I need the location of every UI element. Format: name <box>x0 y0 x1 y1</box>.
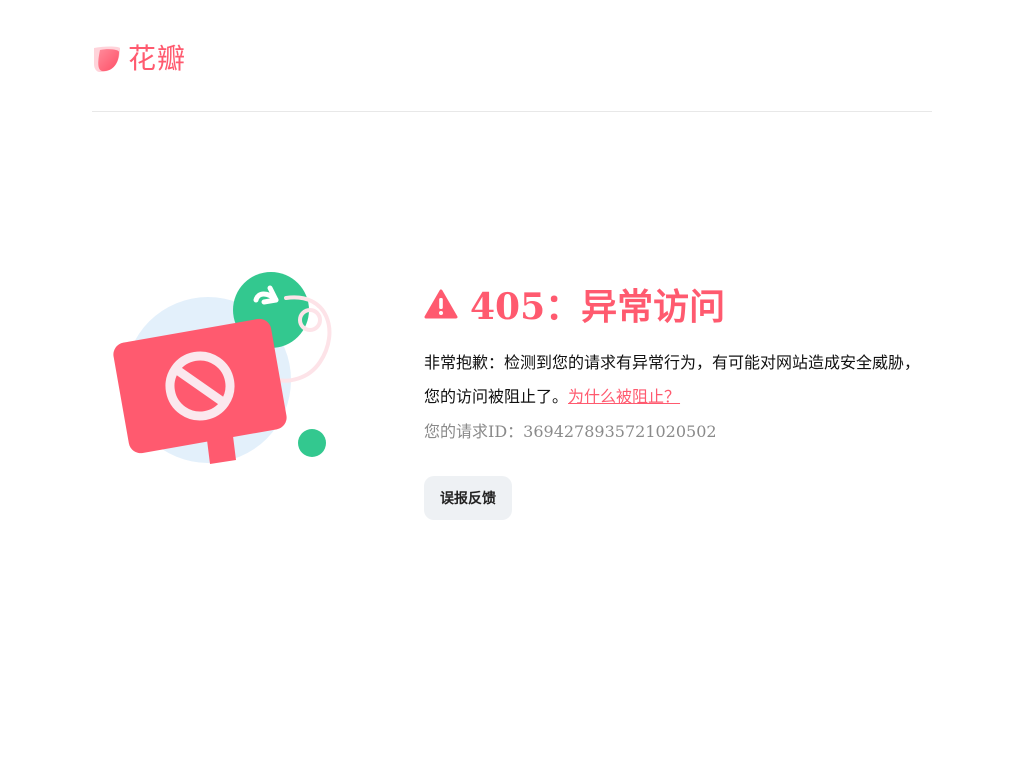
request-id-value: 3694278935721020502 <box>523 422 717 441</box>
blocked-sign-illustration <box>113 272 332 464</box>
header: 花瓣 <box>92 40 932 112</box>
petal-logo-icon <box>94 46 120 72</box>
false-positive-feedback-button[interactable]: 误报反馈 <box>424 476 512 520</box>
logo-text: 花瓣 <box>128 42 187 75</box>
warning-triangle-icon <box>424 289 458 319</box>
why-blocked-link[interactable]: 为什么被阻止？ <box>568 387 680 406</box>
request-id-line: 您的请求ID：3694278935721020502 <box>424 414 924 450</box>
error-title: 405：异常访问 <box>424 280 924 328</box>
error-code-title: 405：异常访问 <box>470 286 726 328</box>
error-page: 花瓣 405：异常访问 非常抱歉：检测到您的请求有异常行为，有可能对网站造成安全… <box>0 0 1024 768</box>
error-content: 405：异常访问 非常抱歉：检测到您的请求有异常行为，有可能对网站造成安全威胁，… <box>424 280 924 520</box>
logo[interactable]: 花瓣 <box>92 44 186 74</box>
error-description-block: 非常抱歉：检测到您的请求有异常行为，有可能对网站造成安全威胁，您的访问被阻止了。… <box>424 346 924 414</box>
request-id-label: 您的请求ID： <box>424 422 524 441</box>
